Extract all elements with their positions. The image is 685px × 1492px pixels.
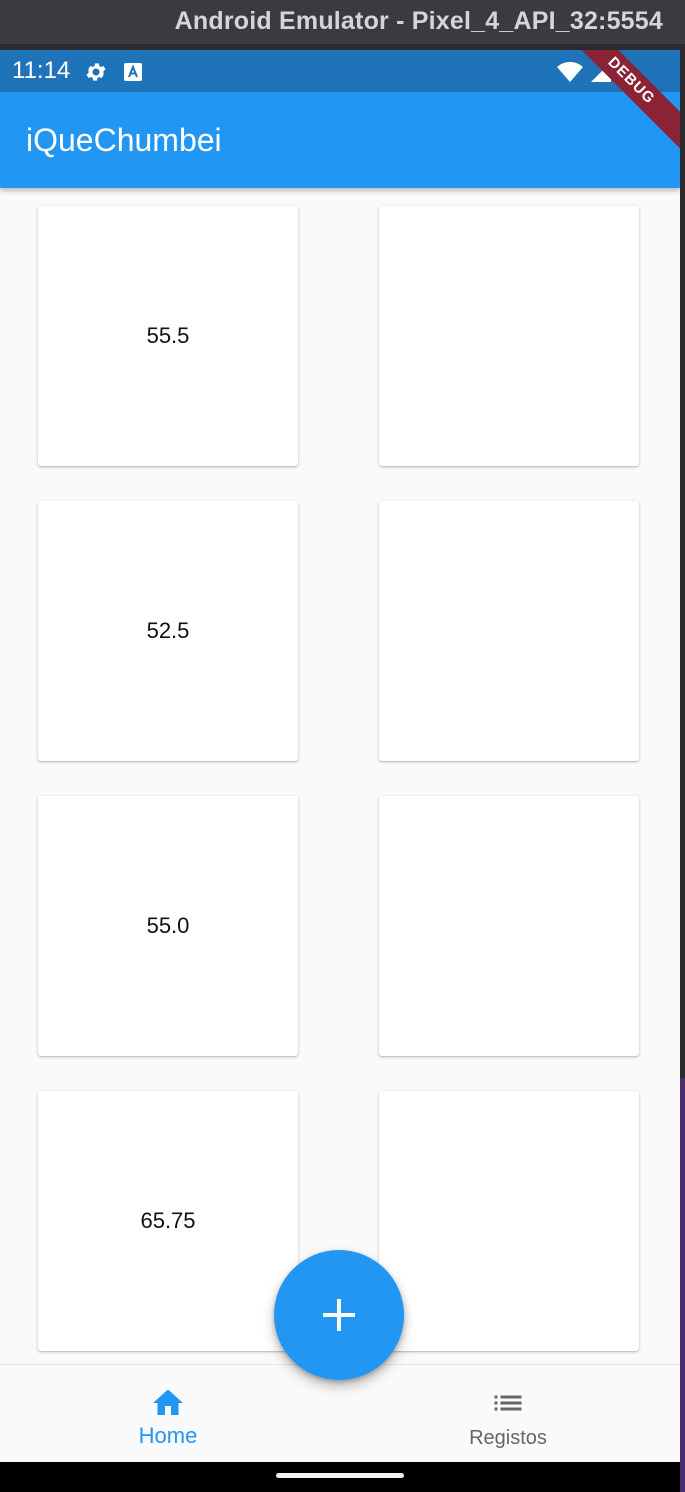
card-value: 52.5 [146, 618, 190, 643]
weight-card[interactable] [379, 1091, 639, 1351]
status-time: 11:14 [12, 57, 71, 84]
status-bar: 11:14 [0, 50, 680, 92]
gesture-handle[interactable] [276, 1473, 404, 1478]
card-value: 55.0 [146, 913, 190, 938]
add-button[interactable] [274, 1250, 404, 1380]
window-title: Android Emulator - Pixel_4_API_32:5554 [174, 7, 663, 35]
desktop-background [680, 1078, 685, 1492]
a-box-icon [124, 63, 142, 81]
card-grid: 55.5 52.5 55.0 65.75 [0, 188, 680, 1364]
gear-icon [86, 63, 106, 81]
emulator-titlebar: Android Emulator - Pixel_4_API_32:5554 [0, 0, 685, 44]
weight-card[interactable]: 65.75 [38, 1091, 298, 1351]
nav-label-home: Home [138, 1423, 198, 1448]
gesture-area [0, 1462, 680, 1492]
nav-item-home[interactable]: Home [68, 1365, 268, 1463]
card-value: 55.5 [146, 323, 190, 348]
plus-icon [323, 1299, 355, 1331]
list-icon [494, 1395, 522, 1411]
weight-card[interactable]: 55.5 [38, 206, 298, 466]
weight-card[interactable] [379, 501, 639, 761]
nav-label-registos: Registos [469, 1427, 547, 1449]
app-title: iQueChumbei [26, 122, 222, 158]
app-bar: iQueChumbei [0, 92, 680, 188]
weight-card[interactable] [379, 796, 639, 1056]
weight-card[interactable]: 55.0 [38, 796, 298, 1056]
weight-card[interactable] [379, 206, 639, 466]
weight-card[interactable]: 52.5 [38, 501, 298, 761]
emulator-window: Android Emulator - Pixel_4_API_32:5554 1… [0, 0, 685, 1492]
wifi-icon [557, 61, 583, 82]
home-icon [153, 1389, 183, 1415]
nav-item-registos[interactable]: Registos [408, 1365, 608, 1463]
card-value: 65.75 [140, 1208, 196, 1233]
